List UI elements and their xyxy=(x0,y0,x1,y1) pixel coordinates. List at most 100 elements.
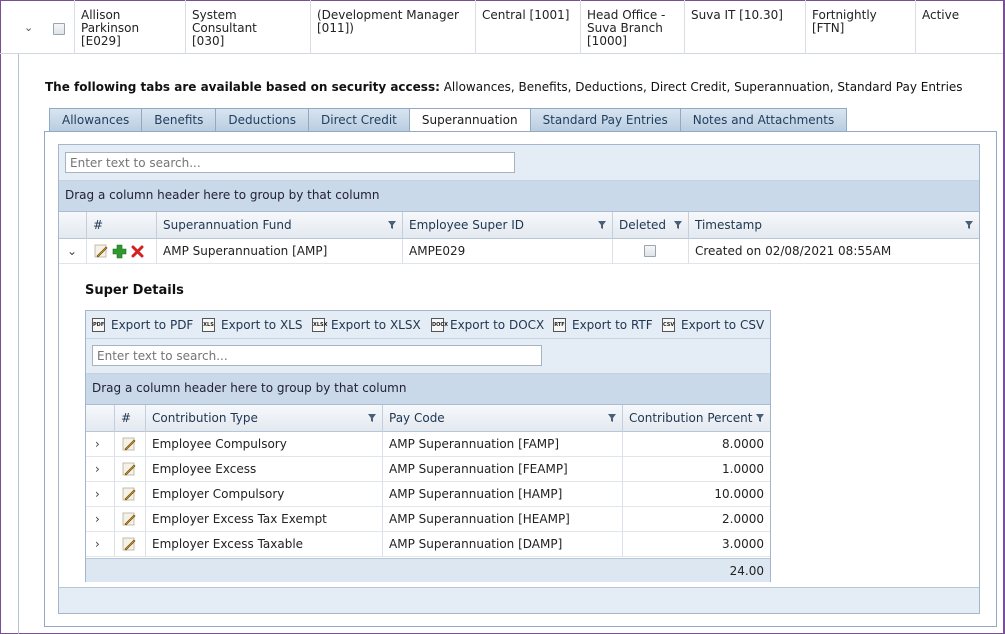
grid-search-bar xyxy=(59,145,979,181)
contribution-percent: 10.0000 xyxy=(622,482,770,507)
contribution-row-actions xyxy=(114,482,145,507)
header-deleted[interactable]: Deleted xyxy=(612,212,688,239)
filter-icon[interactable] xyxy=(756,414,764,422)
header-expand xyxy=(59,212,86,239)
contribution-percent: 8.0000 xyxy=(622,432,770,457)
tab-standard-pay-entries[interactable]: Standard Pay Entries xyxy=(529,108,680,132)
chevron-right-icon[interactable]: › xyxy=(95,512,100,526)
contribution-row-actions xyxy=(114,432,145,457)
chevron-down-icon[interactable]: ⌄ xyxy=(24,21,33,34)
export-csv-button[interactable]: CSV Export to CSV xyxy=(662,318,764,332)
export-xlsx-label: Export to XLSX xyxy=(331,318,421,332)
export-rtf-button[interactable]: RTF Export to RTF xyxy=(553,318,653,332)
employee-location: Head Office - Suva Branch [1000] xyxy=(580,0,684,54)
tab-strip: Allowances Benefits Deductions Direct Cr… xyxy=(49,108,848,133)
details-header-contribution-type[interactable]: Contribution Type xyxy=(145,405,382,432)
xls-file-icon: XLS xyxy=(202,318,215,332)
pencil-icon[interactable] xyxy=(122,437,136,451)
row-timestamp: Created on 02/08/2021 08:55AM xyxy=(688,239,979,264)
export-docx-button[interactable]: DOCX Export to DOCX xyxy=(431,318,544,332)
csv-file-icon: CSV xyxy=(662,318,675,332)
grid-search-input[interactable] xyxy=(65,152,515,173)
docx-file-icon: DOCX xyxy=(431,318,448,332)
export-xls-button[interactable]: XLS Export to XLS xyxy=(202,318,302,332)
filter-icon[interactable] xyxy=(598,221,606,229)
xlsx-file-icon: XLSX xyxy=(312,318,328,332)
filter-icon[interactable] xyxy=(368,414,376,422)
export-pdf-label: Export to PDF xyxy=(111,318,194,332)
employee-name: Allison Parkinson [E029] xyxy=(74,0,185,54)
row-deleted xyxy=(612,239,688,264)
details-group-by-panel[interactable]: Drag a column header here to group by th… xyxy=(86,374,770,405)
contribution-pay-code: AMP Superannuation [FAMP] xyxy=(382,432,622,457)
details-header-contribution-percent[interactable]: Contribution Percent xyxy=(622,405,770,432)
contribution-percent-total: 24.00 xyxy=(729,564,764,578)
pencil-icon[interactable] xyxy=(122,512,136,526)
contribution-percent: 1.0000 xyxy=(622,457,770,482)
access-notice-prefix: The following tabs are available based o… xyxy=(45,80,440,94)
filter-icon[interactable] xyxy=(674,221,682,229)
tab-notes-and-attachments[interactable]: Notes and Attachments xyxy=(679,108,848,132)
group-by-panel[interactable]: Drag a column header here to group by th… xyxy=(59,181,979,212)
header-superannuation-fund[interactable]: Superannuation Fund xyxy=(156,212,402,239)
contribution-type: Employee Compulsory xyxy=(145,432,382,457)
filter-icon[interactable] xyxy=(388,221,396,229)
deleted-checkbox[interactable] xyxy=(644,245,656,257)
contribution-row[interactable]: › Employer Compulsory AMP Superannuation [… xyxy=(86,482,770,507)
access-notice: The following tabs are available based o… xyxy=(45,80,963,94)
header-employee-super-id-label: Employee Super ID xyxy=(409,218,524,232)
details-search-input[interactable] xyxy=(92,345,542,366)
chevron-right-icon[interactable]: › xyxy=(95,462,100,476)
contribution-row-actions xyxy=(114,457,145,482)
details-header-pay-code[interactable]: Pay Code xyxy=(382,405,622,432)
rtf-file-icon: RTF xyxy=(553,318,566,332)
pencil-icon[interactable] xyxy=(122,487,136,501)
grid-footer xyxy=(59,587,979,613)
details-header-pay-code-label: Pay Code xyxy=(389,411,445,425)
export-xls-label: Export to XLS xyxy=(221,318,303,332)
filter-icon[interactable] xyxy=(965,221,973,229)
contribution-row[interactable]: › Employer Excess Tax Exempt AMP Superannu… xyxy=(86,507,770,532)
header-timestamp[interactable]: Timestamp xyxy=(688,212,979,239)
export-csv-label: Export to CSV xyxy=(681,318,765,332)
access-notice-list: Allowances, Benefits, Deductions, Direct… xyxy=(439,80,963,94)
plus-icon[interactable] xyxy=(112,244,127,259)
contribution-percent: 3.0000 xyxy=(622,532,770,557)
contribution-percent: 2.0000 xyxy=(622,507,770,532)
detail-indent-rule xyxy=(18,54,19,634)
pencil-icon[interactable] xyxy=(122,462,136,476)
super-details-title: Super Details xyxy=(85,283,184,298)
contribution-row[interactable]: › Employee Excess AMP Superannuation [FEAM… xyxy=(86,457,770,482)
details-summary-bar: 24.00 xyxy=(86,558,770,582)
x-icon[interactable] xyxy=(131,245,144,258)
details-header-num[interactable]: # xyxy=(114,405,145,432)
chevron-right-icon[interactable]: › xyxy=(95,437,100,451)
pencil-icon[interactable] xyxy=(94,244,108,258)
tab-superannuation[interactable]: Superannuation xyxy=(408,108,530,133)
header-employee-super-id[interactable]: Employee Super ID xyxy=(402,212,612,239)
tab-allowances[interactable]: Allowances xyxy=(49,108,142,132)
filter-icon[interactable] xyxy=(608,414,616,422)
superannuation-row[interactable]: ⌄ AMP Superannuation [AMP] AMPE029 Creat… xyxy=(59,239,979,264)
employee-position: System Consultant [030] xyxy=(185,0,310,54)
contribution-pay-code: AMP Superannuation [DAMP] xyxy=(382,532,622,557)
tab-direct-credit[interactable]: Direct Credit xyxy=(308,108,409,132)
contribution-type: Employer Excess Tax Exempt xyxy=(145,507,382,532)
export-xlsx-button[interactable]: XLSX Export to XLSX xyxy=(312,318,421,332)
chevron-down-icon[interactable]: ⌄ xyxy=(67,244,77,258)
employee-reports-to: (Development Manager [011]) xyxy=(310,0,475,54)
employee-row[interactable]: ⌄ Allison Parkinson [E029] System Consul… xyxy=(0,0,1003,54)
pencil-icon[interactable] xyxy=(122,537,136,551)
export-docx-label: Export to DOCX xyxy=(450,318,545,332)
header-num[interactable]: # xyxy=(86,212,156,239)
details-header-row: # Contribution Type Pay Code Contributio… xyxy=(86,405,770,432)
contribution-row[interactable]: › Employee Compulsory AMP Superannuation [… xyxy=(86,432,770,457)
header-deleted-label: Deleted xyxy=(619,218,667,232)
tab-deductions[interactable]: Deductions xyxy=(215,108,309,132)
tab-benefits[interactable]: Benefits xyxy=(141,108,216,132)
chevron-right-icon[interactable]: › xyxy=(95,537,100,551)
export-pdf-button[interactable]: PDF Export to PDF xyxy=(92,318,193,332)
employee-row-checkbox[interactable] xyxy=(53,23,65,35)
contribution-row[interactable]: › Employer Excess Taxable AMP Superannuati… xyxy=(86,532,770,557)
chevron-right-icon[interactable]: › xyxy=(95,487,100,501)
